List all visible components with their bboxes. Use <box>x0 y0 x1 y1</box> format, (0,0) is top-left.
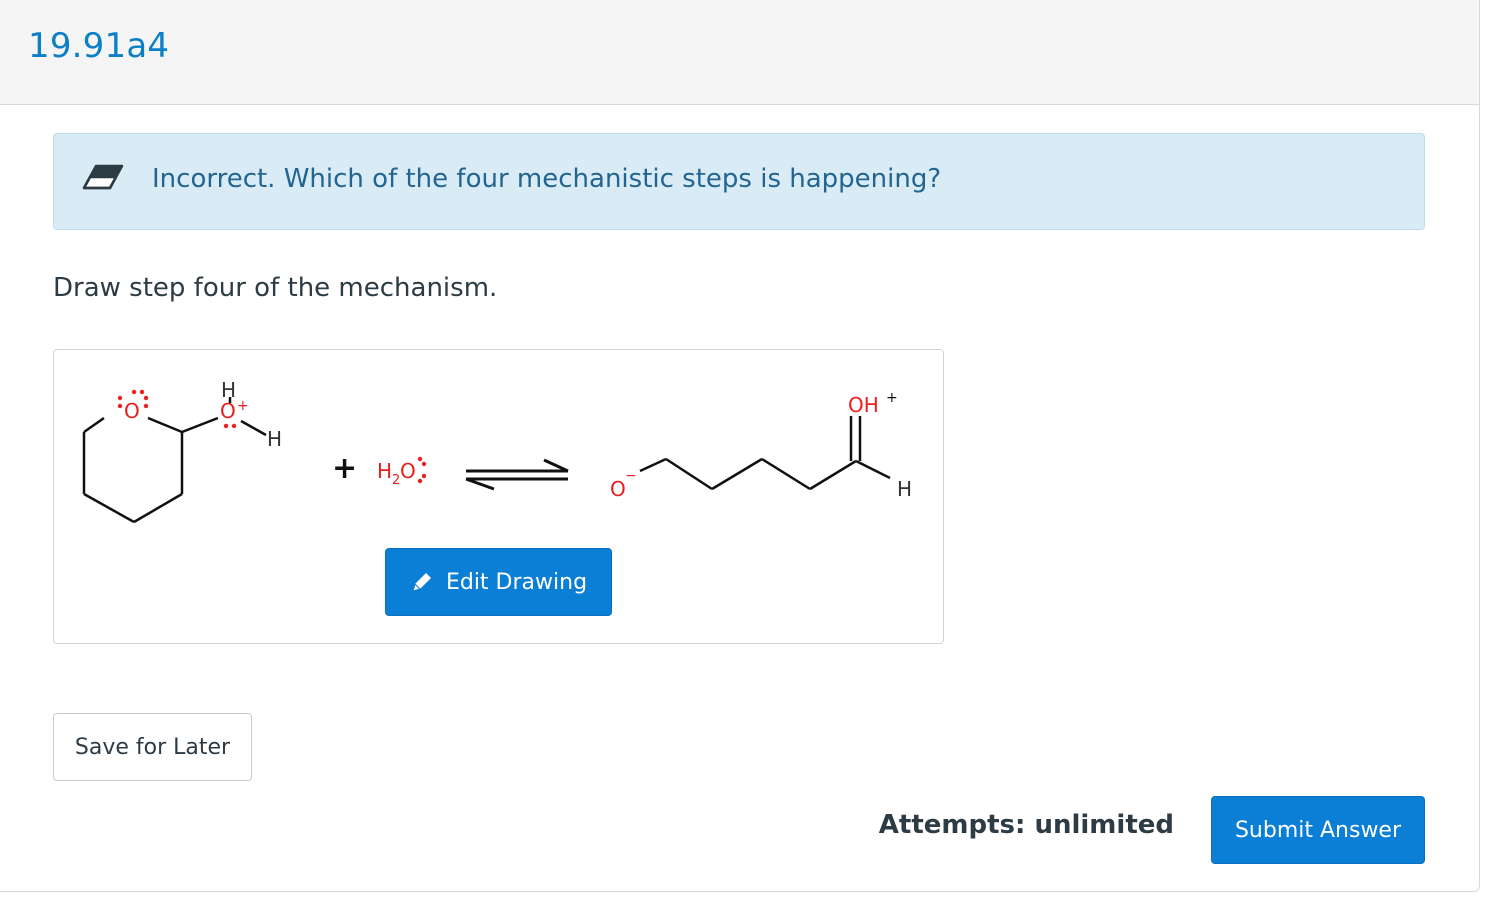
protonated-carbonyl: OH <box>848 393 879 417</box>
water-o: O <box>400 459 416 483</box>
water-h: H <box>377 459 392 483</box>
question-header: 19.91a4 <box>0 0 1479 105</box>
mechanism-drawing: O H O + H + H 2 O O − OH + H <box>82 378 912 524</box>
oxonium-charge: + <box>237 398 249 414</box>
feedback-alert: Incorrect. Which of the four mechanistic… <box>53 133 1425 230</box>
carbonyl-charge: + <box>886 390 898 406</box>
submit-answer-button[interactable]: Submit Answer <box>1211 796 1425 864</box>
question-title: 19.91a4 <box>28 26 170 66</box>
attempts-label: Attempts: unlimited <box>878 810 1174 840</box>
question-prompt: Draw step four of the mechanism. <box>53 273 498 303</box>
drawing-panel: O H O + H + H 2 O O − OH + H Edit Drawin… <box>53 349 944 644</box>
oxonium-oxygen: O <box>220 399 236 423</box>
eraser-icon <box>82 164 124 190</box>
water-molecule: H 2 O <box>377 456 427 488</box>
pencil-icon <box>412 573 431 592</box>
oxonium-h-side: H <box>267 427 282 451</box>
product-chain <box>639 416 891 491</box>
aldehyde-h: H <box>897 477 912 501</box>
cyclohexane-ring <box>82 416 267 524</box>
save-for-later-button[interactable]: Save for Later <box>53 713 252 781</box>
alkoxide-oxygen: O <box>610 477 626 501</box>
water-lone-pairs <box>417 456 427 484</box>
edit-drawing-button[interactable]: Edit Drawing <box>385 548 612 616</box>
alkoxide-charge: − <box>625 468 637 484</box>
question-card: 19.91a4 Incorrect. Which of the four mec… <box>0 0 1480 892</box>
oxonium-lone-pair <box>223 423 237 429</box>
plus-sign: + <box>332 451 357 486</box>
equilibrium-arrow <box>465 458 569 491</box>
edit-drawing-label: Edit Drawing <box>445 569 588 595</box>
feedback-message: Incorrect. Which of the four mechanistic… <box>152 164 942 194</box>
ring-oxygen: O <box>124 399 140 423</box>
